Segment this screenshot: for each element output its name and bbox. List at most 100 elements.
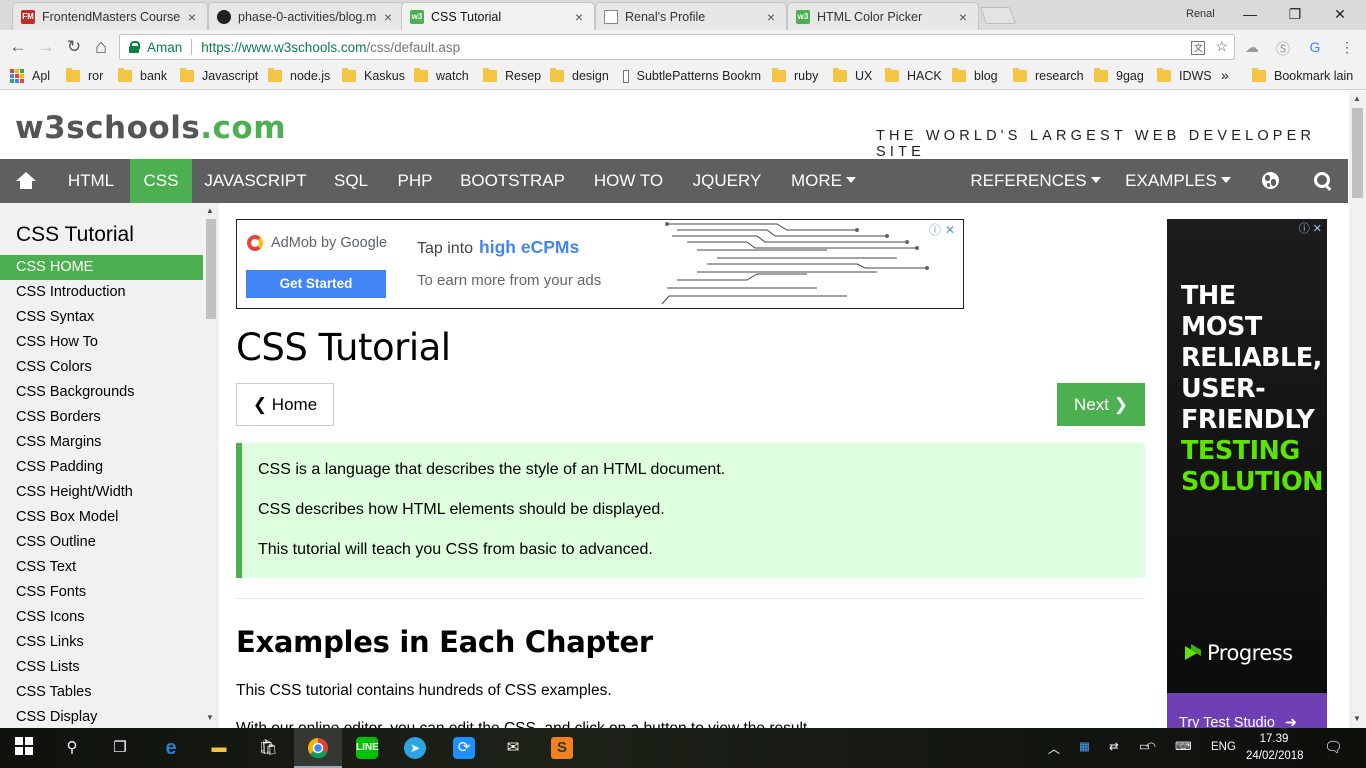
tab-renals-profile[interactable]: Renal's Profile ×: [595, 2, 787, 30]
url-text[interactable]: https://www.w3schools.com/css/default.as…: [201, 40, 460, 55]
other-bookmarks[interactable]: Bookmark lain: [1252, 68, 1353, 83]
forward-button[interactable]: →: [35, 36, 57, 58]
prev-home-button[interactable]: ❮ Home: [236, 383, 334, 426]
bookmark-folder[interactable]: ruby: [772, 68, 818, 83]
sidebar-item[interactable]: CSS Text: [0, 555, 203, 580]
nav-more[interactable]: MORE: [775, 159, 872, 203]
reload-button[interactable]: ↻: [63, 36, 85, 58]
bookmark-folder[interactable]: UX: [833, 68, 872, 83]
bookmark-folder[interactable]: watch: [414, 68, 469, 83]
nav-sql[interactable]: SQL: [319, 159, 383, 203]
sidebar-item[interactable]: CSS HOME: [0, 255, 203, 280]
scroll-up-arrow-icon[interactable]: ▲: [206, 206, 214, 215]
ad-get-started-button[interactable]: Get Started: [246, 270, 386, 298]
address-bar[interactable]: Aman https://www.w3schools.com/css/defau…: [119, 34, 1235, 60]
nav-home-button[interactable]: [0, 159, 52, 203]
cloud-extension-icon[interactable]: ☁: [1243, 39, 1261, 55]
scroll-down-arrow-icon[interactable]: ▼: [206, 713, 214, 722]
bookmark-star-icon[interactable]: ☆: [1215, 38, 1228, 54]
telegram-icon[interactable]: ➤: [404, 737, 426, 759]
sidebar-item[interactable]: CSS Introduction: [0, 280, 203, 305]
nav-jquery[interactable]: JQUERY: [679, 159, 775, 203]
bookmark-folder[interactable]: 9gag: [1094, 68, 1144, 83]
bookmark-folder[interactable]: blog: [952, 68, 998, 83]
sidebar-item[interactable]: CSS Icons: [0, 605, 203, 630]
tab-github-blog[interactable]: phase-0-activities/blog.m ×: [208, 2, 404, 30]
sidebar-item[interactable]: CSS Height/Width: [0, 480, 203, 505]
sidebar-item[interactable]: CSS Backgrounds: [0, 380, 203, 405]
bookmark-folder[interactable]: node.js: [268, 68, 330, 83]
windows-start-icon[interactable]: [13, 737, 35, 759]
bookmark-folder[interactable]: ror: [66, 68, 103, 83]
bookmark-folder[interactable]: research: [1013, 68, 1084, 83]
scroll-down-arrow-icon[interactable]: ▼: [1353, 714, 1361, 723]
sidebar-item[interactable]: CSS Tables: [0, 680, 203, 705]
translate-icon[interactable]: 文: [1191, 41, 1206, 55]
tab-css-tutorial[interactable]: w3 CSS Tutorial ×: [401, 2, 595, 30]
store-icon[interactable]: 🛍: [257, 737, 279, 759]
nav-html[interactable]: HTML: [52, 159, 130, 203]
try-test-studio-button[interactable]: Try Test Studio ➜: [1167, 693, 1327, 728]
nav-examples[interactable]: EXAMPLES: [1111, 159, 1245, 203]
sidebar-item[interactable]: CSS How To: [0, 330, 203, 355]
sidebar-item[interactable]: CSS Links: [0, 630, 203, 655]
bookmark-folder[interactable]: Javascript: [180, 68, 258, 83]
bookmark-folder[interactable]: bank: [118, 68, 167, 83]
tab-close-icon[interactable]: ×: [572, 9, 586, 25]
sidebar-item[interactable]: CSS Syntax: [0, 305, 203, 330]
bookmarks-overflow-button[interactable]: »: [1221, 67, 1229, 83]
next-button[interactable]: Next ❯: [1057, 383, 1145, 426]
home-button[interactable]: ⌂: [90, 36, 112, 58]
nav-php[interactable]: PHP: [383, 159, 447, 203]
task-view-icon[interactable]: ❐: [109, 737, 131, 759]
back-button[interactable]: ←: [7, 36, 29, 58]
sidebar-item[interactable]: CSS Fonts: [0, 580, 203, 605]
sidebar-item[interactable]: CSS Lists: [0, 655, 203, 680]
bookmark-folder[interactable]: design: [550, 68, 609, 83]
bookmark-folder[interactable]: Kaskus: [342, 68, 405, 83]
sidebar-item[interactable]: CSS Display: [0, 705, 203, 728]
mail-icon[interactable]: ✉: [502, 737, 524, 759]
scroll-up-arrow-icon[interactable]: ▲: [1353, 94, 1361, 103]
maximize-button[interactable]: ❐: [1275, 4, 1315, 24]
sidebar-scrollbar[interactable]: ▲ ▼: [203, 203, 219, 728]
nav-references[interactable]: REFERENCES: [960, 159, 1111, 203]
keyboard-icon[interactable]: ⌨: [1175, 739, 1192, 753]
menu-icon[interactable]: ⋮: [1338, 39, 1356, 55]
nav-how-to[interactable]: HOW TO: [578, 159, 679, 203]
search-icon[interactable]: [1314, 172, 1332, 190]
new-tab-button[interactable]: [979, 7, 1017, 24]
tab-html-color-picker[interactable]: w3 HTML Color Picker ×: [787, 2, 979, 30]
ad-choices-icon[interactable]: ⓘ✕: [929, 221, 959, 238]
tray-app-icon[interactable]: ▦: [1079, 739, 1090, 753]
globe-icon[interactable]: [1262, 172, 1279, 189]
bookmark-folder[interactable]: Resep: [483, 68, 541, 83]
language-indicator[interactable]: ENG: [1211, 741, 1236, 753]
page-scroll-thumb[interactable]: [1352, 108, 1363, 198]
tray-sync-icon[interactable]: ⇄: [1109, 739, 1119, 753]
progress-ad-banner[interactable]: ⓘ✕ THE MOST RELIABLE, USER- FRIENDLY TES…: [1167, 219, 1327, 728]
edge-icon[interactable]: e: [160, 737, 182, 759]
bookmark-folder[interactable]: HACK: [885, 68, 942, 83]
sidebar-item[interactable]: CSS Borders: [0, 405, 203, 430]
close-window-button[interactable]: ✕: [1320, 4, 1360, 24]
line-icon[interactable]: LINE: [356, 737, 379, 759]
tab-close-icon[interactable]: ×: [956, 9, 970, 25]
sidebar-item[interactable]: CSS Margins: [0, 430, 203, 455]
profile-name[interactable]: Renal: [1186, 8, 1215, 20]
tab-frontendmasters[interactable]: FM FrontendMasters Course ×: [12, 2, 208, 30]
sidebar-item[interactable]: CSS Padding: [0, 455, 203, 480]
chrome-icon[interactable]: [307, 737, 329, 759]
skype-extension-icon[interactable]: Ⓢ: [1274, 39, 1292, 57]
clock-date[interactable]: 24/02/2018: [1246, 750, 1304, 762]
nav-bootstrap[interactable]: BOOTSTRAP: [447, 159, 578, 203]
site-logo[interactable]: w3schools.com: [15, 110, 286, 146]
admob-ad-banner[interactable]: AdMob by Google Get Started Tap into high…: [236, 219, 964, 309]
bookmark-page[interactable]: SubtlePatterns Bookm: [623, 69, 761, 83]
clock-time[interactable]: 17.39: [1251, 733, 1297, 745]
bookmark-folder[interactable]: IDWS: [1157, 68, 1212, 83]
sidebar-item[interactable]: CSS Outline: [0, 530, 203, 555]
page-scrollbar[interactable]: ▲ ▼: [1349, 91, 1366, 728]
sync-app-icon[interactable]: ⟳: [453, 737, 475, 759]
tab-close-icon[interactable]: ×: [381, 9, 395, 25]
